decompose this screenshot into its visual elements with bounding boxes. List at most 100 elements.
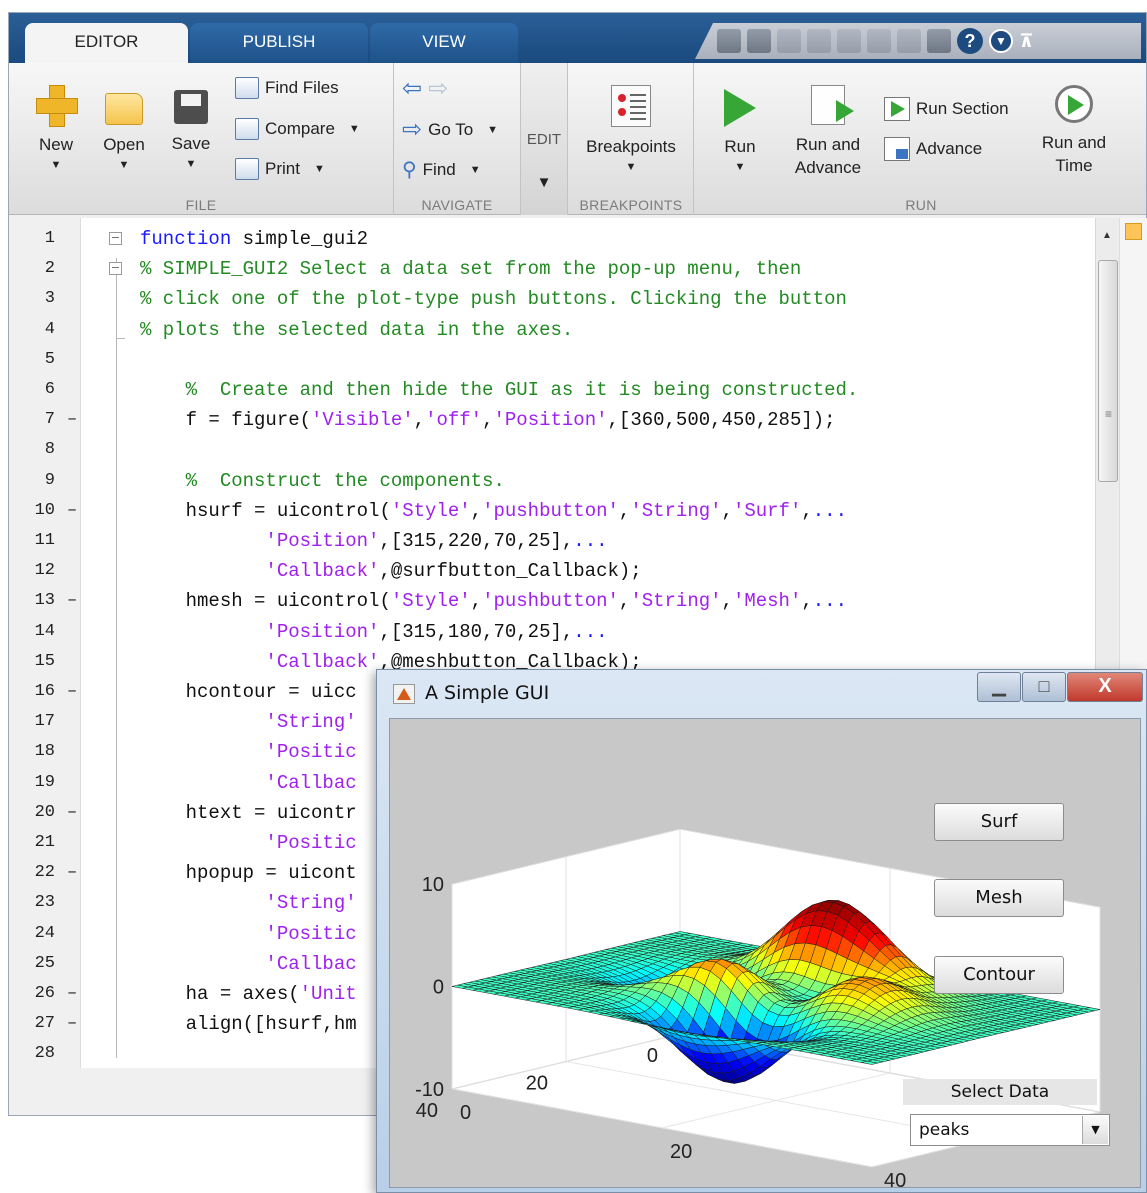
paste-icon[interactable] [717,29,741,53]
tab-editor[interactable]: EDITOR [25,23,188,63]
code-line[interactable]: 9 % Construct the components. [9,466,1095,496]
run-section-button[interactable]: Run Section [884,97,1009,121]
code-line[interactable]: 10– hsurf = uicontrol('Style','pushbutto… [9,496,1095,526]
code-line[interactable]: 7– f = figure('Visible','off','Position'… [9,405,1095,435]
scroll-up-arrow-icon[interactable]: ▲ [1102,230,1112,241]
line-number[interactable]: 14 [15,617,55,647]
figure-titlebar[interactable]: A Simple GUI ▁ □ X [377,670,1146,716]
line-number[interactable]: 1 [15,224,55,254]
mesh-button[interactable]: Mesh [934,879,1064,917]
breakpoints-button[interactable]: Breakpoints ▼ [581,85,681,176]
code-line[interactable]: 5 [9,345,1095,375]
advance-button[interactable]: Advance [884,137,982,161]
code-line[interactable]: 4 % plots the selected data in the axes. [9,315,1095,345]
line-number[interactable]: 8 [15,435,55,465]
save-icon[interactable] [747,29,771,53]
breakpoint-marker[interactable]: – [67,586,77,616]
pin-icon[interactable]: ⊼ [1019,31,1034,52]
line-number[interactable]: 15 [15,647,55,677]
code-line[interactable]: 14 'Position',[315,180,70,25],... [9,617,1095,647]
line-number[interactable]: 20 [15,798,55,828]
line-number[interactable]: 12 [15,556,55,586]
breakpoint-marker[interactable]: – [67,798,77,828]
run-button[interactable]: Run ▼ [718,89,762,176]
code-line[interactable]: 3 % click one of the plot-type push butto… [9,284,1095,314]
breakpoint-marker[interactable]: – [67,496,77,526]
line-number[interactable]: 21 [15,828,55,858]
find-button[interactable]: ⚲ Find ▼ [402,158,481,182]
line-number[interactable]: 27 [15,1009,55,1039]
breakpoint-marker[interactable]: – [67,858,77,888]
line-number[interactable]: 7 [15,405,55,435]
code-line[interactable]: 6 % Create and then hide the GUI as it i… [9,375,1095,405]
code-line[interactable]: 2 − % SIMPLE_GUI2 Select a data set from t… [9,254,1095,284]
cut-icon[interactable] [777,29,801,53]
breakpoint-marker[interactable]: – [67,979,77,1009]
back-arrow-icon[interactable]: ⇦ [402,77,422,101]
tab-publish[interactable]: PUBLISH [190,23,368,63]
warning-indicator-icon[interactable] [1125,223,1142,240]
breakpoints-section-label: BREAKPOINTS [579,197,683,213]
fold-toggle-icon[interactable]: − [109,262,122,276]
undo-icon[interactable] [867,29,891,53]
code-token: , [618,590,631,613]
tab-view[interactable]: VIEW [370,23,518,63]
advance-label: Advance [916,139,983,158]
new-button[interactable]: New ▼ [31,85,81,174]
line-number[interactable]: 9 [15,466,55,496]
go-to-button[interactable]: ⇨ Go To ▼ [402,118,498,142]
scrollbar-thumb[interactable]: ≡ [1098,260,1118,482]
line-number[interactable]: 13 [15,586,55,616]
code-line[interactable]: 11 'Position',[315,220,70,25],... [9,526,1095,556]
line-number[interactable]: 18 [15,737,55,767]
dropdown-icon[interactable]: ▼ [989,29,1013,53]
close-button[interactable]: X [1067,672,1143,702]
line-number[interactable]: 16 [15,677,55,707]
forward-arrow-icon[interactable]: ⇨ [428,77,448,101]
compare-button[interactable]: Compare ▼ [235,118,360,140]
code-line[interactable]: 12 'Callback',@surfbutton_Callback); [9,556,1095,586]
line-number[interactable]: 2 [15,254,55,284]
line-number[interactable]: 11 [15,526,55,556]
save-button[interactable]: Save ▼ [165,90,217,173]
paste-icon[interactable] [837,29,861,53]
edit-section-collapsed[interactable]: EDIT ▼ [521,63,568,215]
line-number[interactable]: 10 [15,496,55,526]
open-button[interactable]: Open ▼ [97,93,151,174]
contour-button[interactable]: Contour [934,956,1064,994]
maximize-button[interactable]: □ [1022,672,1066,702]
line-number[interactable]: 28 [15,1039,55,1068]
line-number[interactable]: 25 [15,949,55,979]
line-number[interactable]: 19 [15,768,55,798]
print-button[interactable]: Print ▼ [235,158,325,180]
breakpoint-marker[interactable]: – [67,405,77,435]
switch-windows-icon[interactable] [927,29,951,53]
line-number[interactable]: 17 [15,707,55,737]
line-number[interactable]: 26 [15,979,55,1009]
fold-toggle-icon[interactable]: − [109,232,122,245]
line-number[interactable]: 24 [15,919,55,949]
code-line[interactable]: 1 − function simple_gui2 [9,224,1095,254]
line-number[interactable]: 22 [15,858,55,888]
run-and-time-button[interactable]: Run and Time [1034,85,1114,177]
advance-icon [884,137,910,161]
find-files-button[interactable]: Find Files [235,77,339,99]
run-and-advance-button[interactable]: Run and Advance [786,85,870,179]
surf-button[interactable]: Surf [934,803,1064,841]
line-number[interactable]: 4 [15,315,55,345]
minimize-button[interactable]: ▁ [977,672,1021,702]
line-number[interactable]: 23 [15,888,55,918]
line-number[interactable]: 5 [15,345,55,375]
code-line[interactable]: 13– hmesh = uicontrol('Style','pushbutto… [9,586,1095,616]
breakpoint-marker[interactable]: – [67,677,77,707]
data-select-popup[interactable]: peaks ▼ [910,1114,1110,1146]
code-line[interactable]: 8 [9,435,1095,465]
chevron-down-icon[interactable]: ▼ [1082,1116,1108,1144]
help-icon[interactable]: ? [957,28,983,54]
redo-icon[interactable] [897,29,921,53]
breakpoint-marker[interactable]: – [67,1009,77,1039]
code-text: 'Position',[315,180,70,25],... [140,617,607,647]
copy-icon[interactable] [807,29,831,53]
line-number[interactable]: 6 [15,375,55,405]
line-number[interactable]: 3 [15,284,55,314]
